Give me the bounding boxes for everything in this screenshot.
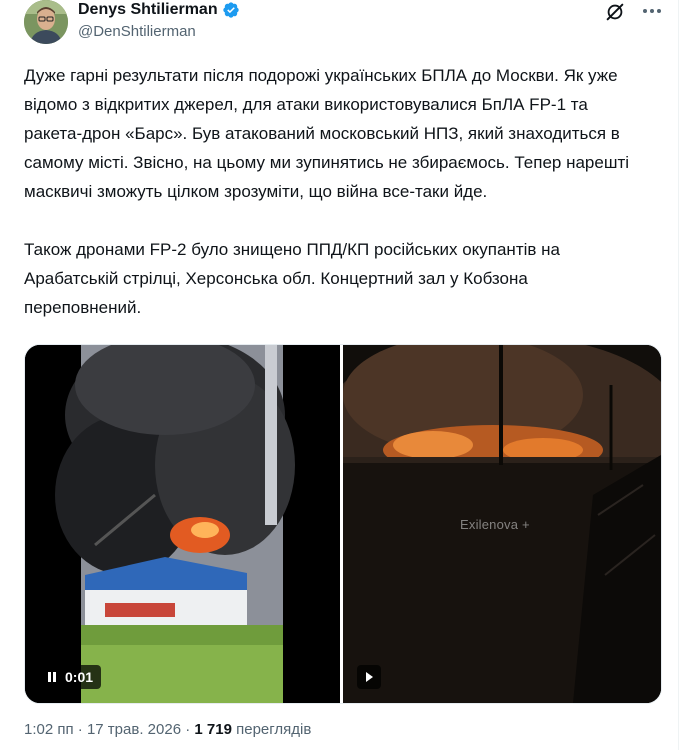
- post-paragraph: Дуже гарні результати після подорожі укр…: [24, 66, 634, 201]
- more-icon[interactable]: [642, 8, 662, 14]
- video-1-controls[interactable]: 0:01: [39, 665, 102, 689]
- post-paragraph: Також дронами FP-2 було знищено ППД/КП р…: [24, 240, 565, 317]
- post-meta: 1:02 пп · 17 трав. 2026 · 1 719 перегляд…: [24, 721, 311, 738]
- video-1[interactable]: 0:01: [25, 345, 340, 703]
- play-icon[interactable]: [364, 671, 374, 683]
- post-header: Denys Shtilierman @DenShtilierman: [24, 0, 664, 48]
- views-count: 1 719: [194, 721, 232, 738]
- post-date[interactable]: 17 трав. 2026: [87, 721, 181, 738]
- verified-badge-icon: [222, 2, 239, 18]
- video-2-watermark: Exilenova +: [460, 517, 530, 532]
- views-label: переглядів: [236, 721, 312, 738]
- post-text: Дуже гарні результати після подорожі укр…: [24, 61, 644, 322]
- video-1-time: 0:01: [65, 669, 94, 685]
- video-2-controls[interactable]: [357, 665, 381, 689]
- timeline-border: [678, 0, 679, 750]
- author-name[interactable]: Denys Shtilierman: [78, 1, 218, 19]
- video-2[interactable]: Exilenova +: [343, 345, 661, 703]
- media-grid: 0:01 Exilenova +: [24, 344, 662, 704]
- avatar[interactable]: [24, 0, 68, 44]
- pause-icon[interactable]: [47, 671, 57, 683]
- author-handle[interactable]: @DenShtilierman: [78, 23, 196, 40]
- post-time[interactable]: 1:02 пп: [24, 721, 74, 738]
- grok-icon[interactable]: [604, 1, 626, 23]
